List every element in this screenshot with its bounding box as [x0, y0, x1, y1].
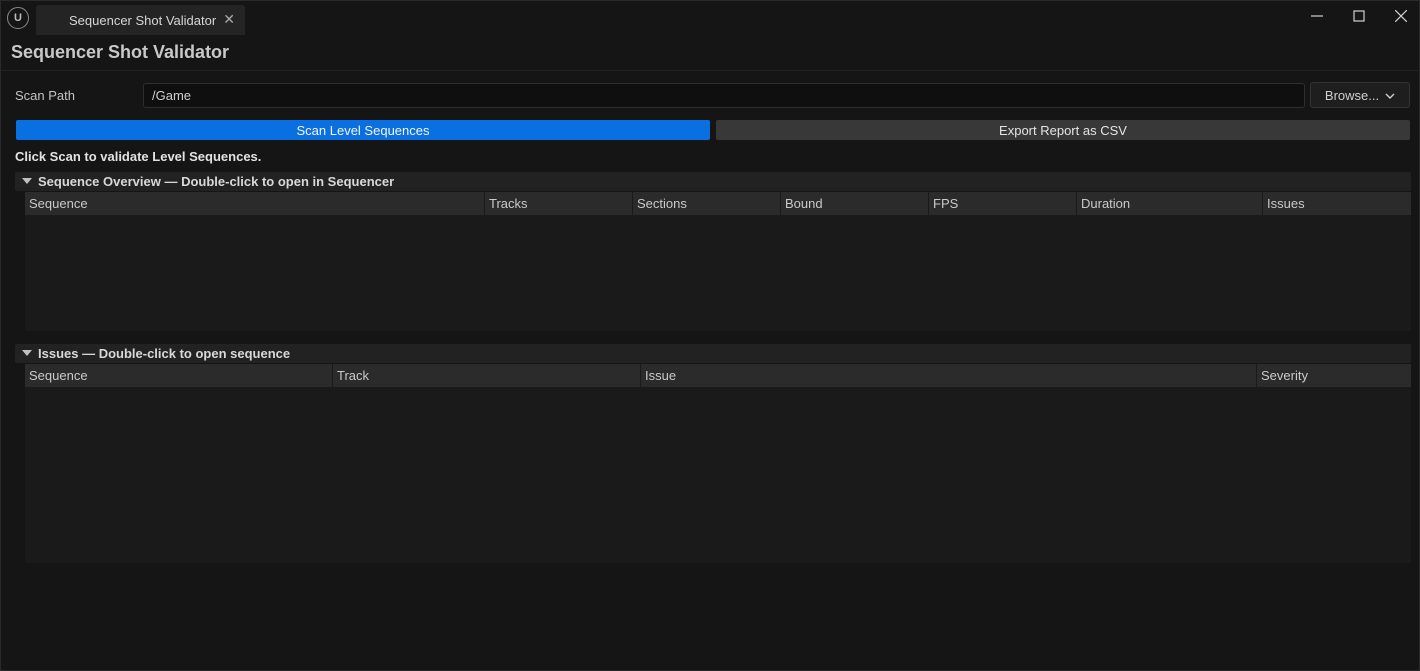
issues-header[interactable]: Issues — Double-click to open sequence	[15, 344, 1411, 363]
divider	[1, 70, 1419, 71]
column-header-sequence[interactable]: Sequence	[25, 364, 333, 387]
column-header-fps[interactable]: FPS	[929, 192, 1077, 215]
section-title: Issues — Double-click to open sequence	[38, 346, 291, 361]
tab-close-icon[interactable]: ✕	[223, 11, 235, 28]
column-header-severity[interactable]: Severity	[1257, 364, 1411, 387]
column-header-issue[interactable]: Issue	[641, 364, 1257, 387]
unreal-logo-icon[interactable]: U	[7, 7, 29, 29]
close-icon[interactable]	[1387, 5, 1415, 27]
table-header: Sequence Track Issue Severity	[25, 364, 1411, 387]
column-header-track[interactable]: Track	[333, 364, 641, 387]
browse-button[interactable]: Browse...	[1310, 82, 1410, 108]
status-message: Click Scan to validate Level Sequences.	[15, 149, 262, 164]
sequence-overview-header[interactable]: Sequence Overview — Double-click to open…	[15, 172, 1411, 191]
scan-level-sequences-button[interactable]: Scan Level Sequences	[16, 120, 710, 140]
collapse-arrow-icon[interactable]	[22, 350, 32, 356]
tab-sequencer-shot-validator[interactable]: Sequencer Shot Validator ✕	[36, 5, 245, 35]
tab-label: Sequencer Shot Validator	[69, 13, 217, 28]
minimize-icon[interactable]	[1303, 5, 1331, 27]
column-header-issues[interactable]: Issues	[1263, 192, 1411, 215]
export-csv-button[interactable]: Export Report as CSV	[716, 120, 1410, 140]
sequence-overview-table[interactable]: Sequence Tracks Sections Bound FPS Durat…	[25, 192, 1411, 331]
app-window: U Sequencer Shot Validator ✕ Sequencer S…	[0, 0, 1420, 671]
collapse-arrow-icon[interactable]	[22, 178, 32, 184]
browse-button-label: Browse...	[1324, 87, 1380, 103]
column-header-sequence[interactable]: Sequence	[25, 192, 485, 215]
scan-path-input[interactable]	[143, 83, 1305, 108]
column-header-bound[interactable]: Bound	[781, 192, 929, 215]
chevron-down-icon	[1385, 88, 1395, 103]
page-title: Sequencer Shot Validator	[11, 42, 230, 62]
table-header: Sequence Tracks Sections Bound FPS Durat…	[25, 192, 1411, 215]
column-header-duration[interactable]: Duration	[1077, 192, 1263, 215]
title-bar: U Sequencer Shot Validator ✕	[1, 1, 1419, 37]
column-header-sections[interactable]: Sections	[633, 192, 781, 215]
issues-table[interactable]: Sequence Track Issue Severity	[25, 364, 1411, 563]
maximize-icon[interactable]	[1345, 5, 1373, 27]
column-header-tracks[interactable]: Tracks	[485, 192, 633, 215]
section-title: Sequence Overview — Double-click to open…	[38, 174, 395, 189]
logo-text: U	[14, 12, 22, 24]
scan-path-label: Scan Path	[15, 88, 75, 103]
